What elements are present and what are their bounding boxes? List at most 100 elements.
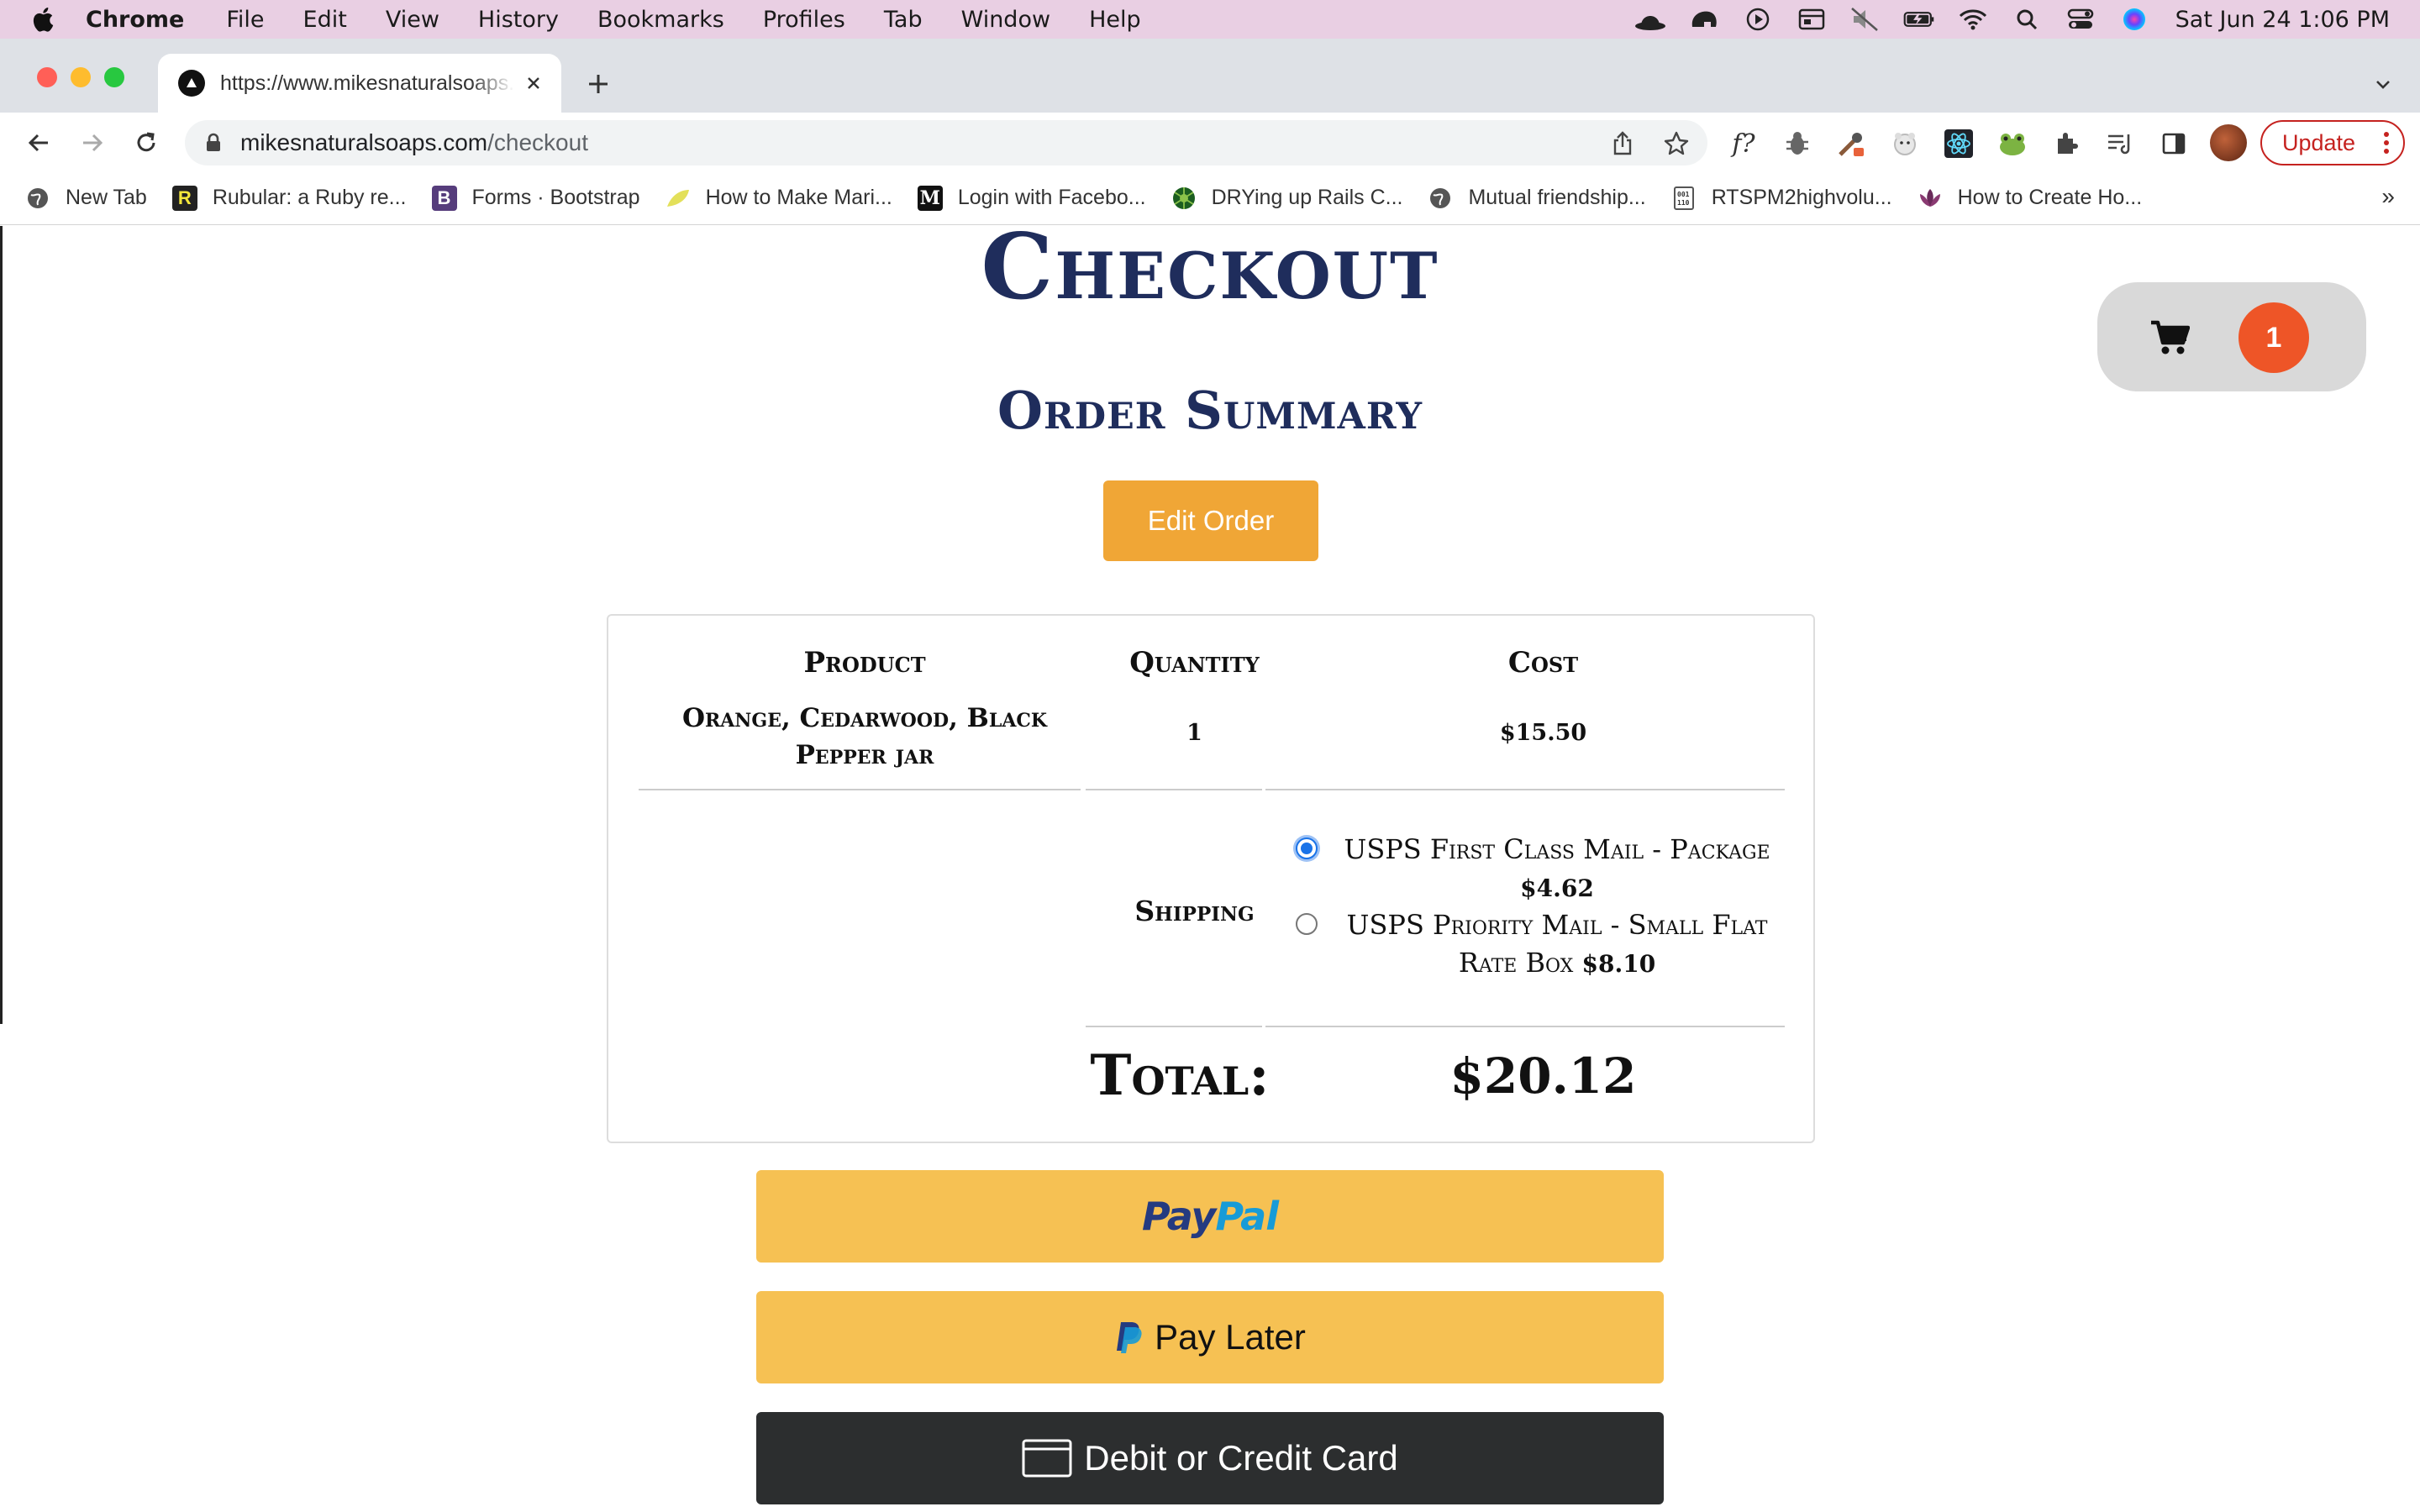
bookmark-rubular[interactable]: R Rubular: a Ruby re... — [171, 185, 407, 211]
cart-icon — [2151, 320, 2190, 354]
apple-icon[interactable] — [30, 5, 59, 34]
mute-icon[interactable] — [1849, 7, 1881, 32]
shipping-radio-first-class[interactable] — [1296, 837, 1318, 859]
card-icon — [1022, 1439, 1072, 1478]
battery-icon[interactable] — [1903, 7, 1935, 32]
extensions-icon[interactable] — [2050, 128, 2082, 160]
close-icon[interactable] — [521, 71, 546, 96]
pay-later-label: Pay Later — [1155, 1317, 1306, 1357]
star-icon[interactable] — [1664, 131, 1689, 156]
total-value: $20.12 — [1449, 1047, 1637, 1105]
window-zoom-button[interactable] — [104, 67, 124, 87]
svg-text:110: 110 — [1677, 199, 1690, 207]
react-devtools-icon[interactable] — [1943, 128, 1975, 160]
bookmark-bootstrap-forms[interactable]: B Forms · Bootstrap — [431, 185, 640, 211]
item-quantity: 1 — [1186, 720, 1202, 746]
row-divider — [1086, 789, 1262, 790]
shipping-option-priority[interactable]: USPS Priority Mail - Small Flat Rate Box… — [1296, 906, 1800, 983]
forward-icon[interactable] — [76, 126, 109, 160]
row-divider — [639, 789, 1081, 790]
bookmark-how-to-create[interactable]: How to Create Ho... — [1918, 186, 2143, 211]
shipping-option-price: $4.62 — [1520, 874, 1594, 902]
hat-icon[interactable] — [1634, 7, 1666, 32]
update-button[interactable]: Update — [2260, 120, 2405, 165]
frog-extension-icon[interactable] — [1996, 128, 2028, 160]
menu-bar: Chrome File Edit View History Bookmarks … — [0, 0, 2420, 39]
pay-later-button[interactable]: Pay Later — [756, 1291, 1664, 1383]
bookmark-label: DRYing up Rails C... — [1211, 186, 1403, 209]
more-menu-icon[interactable] — [2383, 131, 2390, 155]
menu-bookmarks[interactable]: Bookmarks — [597, 7, 724, 33]
bookmark-mutual-friendship[interactable]: Mutual friendship... — [1428, 186, 1646, 211]
lock-icon[interactable] — [202, 131, 225, 155]
elephant-icon[interactable] — [1688, 7, 1720, 32]
left-divider — [0, 226, 3, 1024]
reload-icon[interactable] — [129, 126, 163, 160]
chevron-down-icon[interactable] — [2368, 69, 2398, 99]
url-text: mikesnaturalsoaps.com/checkout — [240, 129, 588, 156]
debit-credit-card-button[interactable]: Debit or Credit Card — [756, 1412, 1664, 1504]
menu-help[interactable]: Help — [1089, 7, 1141, 33]
bookmark-label: Forms · Bootstrap — [471, 186, 640, 209]
bookmark-label: Rubular: a Ruby re... — [212, 186, 407, 209]
item-product-name: Orange, Cedarwood, Black Pepper jar — [681, 703, 1048, 770]
bear-extension-icon[interactable] — [1889, 128, 1921, 160]
update-label: Update — [2282, 129, 2356, 155]
tab-title: https://www.mikesnaturalsoaps.com/checko… — [220, 71, 514, 95]
shipping-option-text: USPS Priority Mail - Small Flat Rate Box… — [1318, 906, 1797, 983]
side-panel-icon[interactable] — [2158, 128, 2190, 160]
fontface-extension-icon[interactable]: f? — [1728, 128, 1760, 160]
bookmark-label: How to Create Ho... — [1957, 186, 2143, 209]
menu-view[interactable]: View — [386, 7, 439, 33]
search-icon[interactable] — [2011, 7, 2043, 32]
cart-button[interactable]: 1 — [2097, 282, 2366, 391]
row-divider — [1086, 1026, 1262, 1027]
header-cost: Cost — [1507, 646, 1579, 680]
menu-file[interactable]: File — [226, 7, 264, 33]
row-divider — [1265, 789, 1785, 790]
shipping-radio-priority[interactable] — [1296, 913, 1318, 935]
edit-order-button[interactable]: Edit Order — [1103, 480, 1318, 561]
menu-edit[interactable]: Edit — [303, 7, 347, 33]
checkout-page: Checkout Order Summary Edit Order 1 Prod… — [0, 226, 2420, 1512]
back-icon[interactable] — [22, 126, 55, 160]
shipping-option-first-class[interactable]: USPS First Class Mail - Package $4.62 — [1296, 831, 1800, 907]
svg-text:001: 001 — [1677, 191, 1690, 198]
bookmark-how-to-make[interactable]: How to Make Mari... — [666, 186, 892, 211]
reading-list-icon[interactable] — [2104, 128, 2136, 160]
share-icon[interactable] — [1610, 131, 1635, 156]
menu-history[interactable]: History — [478, 7, 559, 33]
order-summary-table: Product Quantity Cost Orange, Cedarwood,… — [607, 614, 1815, 1143]
bookmark-label: Mutual friendship... — [1468, 186, 1646, 209]
window-close-button[interactable] — [37, 67, 57, 87]
bookmarks-bar: New Tab R Rubular: a Ruby re... B Forms … — [0, 171, 2420, 225]
window-minimize-button[interactable] — [71, 67, 91, 87]
bug-extension-icon[interactable] — [1781, 128, 1813, 160]
paypal-button[interactable]: PayPal — [756, 1170, 1664, 1263]
menu-app-chrome[interactable]: Chrome — [86, 7, 184, 33]
header-quantity: Quantity — [1129, 646, 1260, 680]
calendar-icon[interactable] — [1796, 7, 1828, 32]
address-bar[interactable]: mikesnaturalsoaps.com/checkout — [185, 120, 1707, 165]
menu-tab[interactable]: Tab — [884, 7, 923, 33]
menu-window[interactable]: Window — [961, 7, 1050, 33]
bookmark-rtspm2[interactable]: 001 110 RTSPM2highvolu... — [1671, 186, 1892, 211]
new-tab-button[interactable] — [581, 67, 615, 101]
wifi-icon[interactable] — [1957, 7, 1989, 32]
control-center-icon[interactable] — [2065, 7, 2096, 32]
spider-icon — [1171, 186, 1197, 211]
bookmark-label: New Tab — [66, 186, 147, 209]
menu-profiles[interactable]: Profiles — [763, 7, 845, 33]
eyedropper-extension-icon[interactable] — [1835, 128, 1867, 160]
play-circle-icon[interactable] — [1742, 7, 1774, 32]
paypal-p-icon — [1117, 1322, 1142, 1353]
bookmark-login-facebook[interactable]: M Login with Facebo... — [917, 185, 1146, 211]
bookmark-new-tab[interactable]: New Tab — [25, 186, 147, 211]
profile-avatar[interactable] — [2210, 124, 2247, 161]
menu-clock[interactable]: Sat Jun 24 1:06 PM — [2175, 7, 2390, 33]
siri-icon[interactable] — [2118, 7, 2150, 32]
bookmark-drying-rails[interactable]: DRYing up Rails C... — [1171, 186, 1403, 211]
bookmarks-overflow-button[interactable]: » — [2381, 183, 2395, 210]
tab-checkout[interactable]: https://www.mikesnaturalsoaps.com/checko… — [158, 54, 561, 113]
paypal-logo-pal: Pal — [1215, 1194, 1279, 1239]
